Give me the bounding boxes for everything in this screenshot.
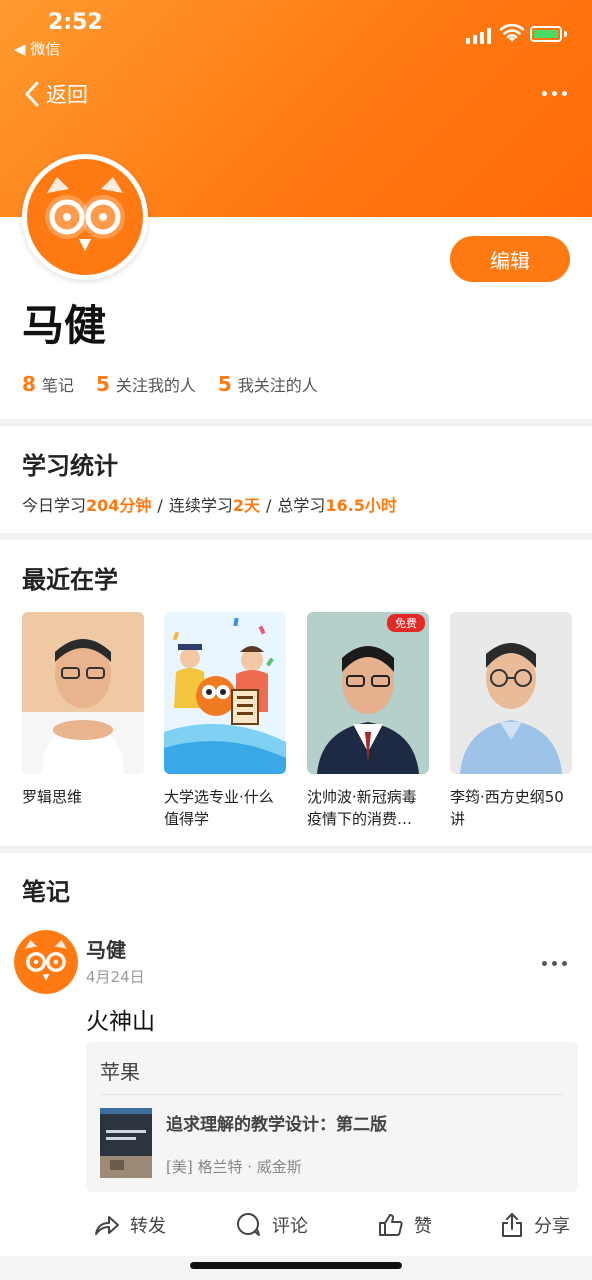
- like-icon: [379, 1214, 403, 1236]
- note-content: 火神山: [86, 1009, 155, 1035]
- today-label: 今日学习: [22, 496, 87, 515]
- free-badge: 免费: [387, 614, 425, 632]
- book-author: [美] 格兰特 · 威金斯: [166, 1158, 302, 1176]
- course-card[interactable]: 罗辑思维: [22, 612, 144, 808]
- study-stats-title: 学习统计: [22, 452, 118, 480]
- stat-notes[interactable]: 8 笔记: [22, 372, 74, 396]
- study-stats-line: 今日学习204分钟 / 连续学习2天 / 总学习16.5小时: [22, 496, 397, 515]
- stat-following[interactable]: 5 我关注的人: [218, 372, 318, 396]
- note-author-name[interactable]: 马健: [86, 934, 126, 963]
- profile-name: 马健: [22, 301, 107, 350]
- share-icon: [502, 1213, 522, 1237]
- forward-icon: [95, 1216, 119, 1235]
- section-divider: [0, 419, 592, 426]
- more-menu-button[interactable]: [540, 88, 570, 98]
- recent-learning-title: 最近在学: [22, 566, 118, 594]
- forward-button[interactable]: 转发: [94, 1210, 166, 1240]
- back-button[interactable]: 返回: [24, 78, 88, 110]
- total-label: 总学习: [277, 496, 326, 515]
- forward-label: 转发: [130, 1216, 166, 1237]
- stat-following-label: 我关注的人: [237, 376, 318, 395]
- course-card[interactable]: 李筠·西方史纲50讲: [450, 612, 572, 830]
- quote-text: 苹果: [100, 1060, 140, 1084]
- battery-cap: [564, 31, 567, 37]
- course-title: 沈帅波·新冠病毒疫情下的消费…: [307, 788, 417, 828]
- owl-logo-icon: [14, 930, 78, 994]
- stat-followers[interactable]: 5 关注我的人: [96, 372, 196, 396]
- edit-profile-button[interactable]: 编辑: [450, 236, 570, 282]
- chevron-left-icon: [25, 81, 39, 107]
- section-divider: [0, 846, 592, 853]
- course-card[interactable]: 大学选专业·什么值得学: [164, 612, 286, 830]
- course-cover-image: [450, 612, 572, 774]
- book-title: 追求理解的教学设计：第二版: [166, 1115, 387, 1135]
- stat-notes-label: 笔记: [41, 376, 74, 395]
- profile-stats: 8 笔记 5 关注我的人 5 我关注的人: [22, 372, 340, 396]
- stat-notes-count: 8: [22, 372, 36, 396]
- home-indicator[interactable]: [190, 1262, 402, 1269]
- note-date: 4月24日: [86, 968, 145, 986]
- quote-divider: [100, 1094, 564, 1095]
- stat-following-count: 5: [217, 372, 232, 396]
- streak-value: 2天: [232, 496, 260, 515]
- comment-button[interactable]: 评论: [236, 1210, 308, 1240]
- like-label: 赞: [414, 1216, 432, 1237]
- comment-label: 评论: [272, 1216, 308, 1237]
- back-label: 返回: [46, 83, 88, 107]
- today-value: 204分钟: [86, 496, 152, 515]
- profile-avatar[interactable]: [22, 154, 148, 280]
- stat-followers-count: 5: [95, 372, 110, 396]
- status-time: 2:52: [48, 10, 103, 35]
- wifi-icon: [500, 24, 524, 42]
- course-title: 罗辑思维: [22, 788, 83, 806]
- course-cover-image: [22, 612, 144, 774]
- comment-icon: [237, 1213, 260, 1236]
- total-value: 16.5小时: [325, 496, 397, 515]
- share-label: 分享: [534, 1216, 570, 1237]
- share-button[interactable]: 分享: [500, 1210, 570, 1240]
- book-cover-image: [100, 1108, 152, 1178]
- status-back-to-app[interactable]: ◀ 微信: [14, 38, 60, 59]
- course-cover-image: [164, 612, 286, 774]
- stat-followers-label: 关注我的人: [115, 376, 196, 395]
- streak-label: 连续学习: [168, 496, 233, 515]
- course-card[interactable]: 免费 沈帅波·新冠病毒疫情下的消费…: [307, 612, 429, 830]
- owl-logo-icon: [27, 159, 143, 275]
- note-more-button[interactable]: [540, 958, 570, 968]
- notes-title: 笔记: [22, 878, 70, 906]
- quoted-book-card[interactable]: 苹果 追求理解的教学设计：第二版 [美] 格兰特 · 威金斯: [86, 1042, 578, 1192]
- cellular-signal-icon: [466, 28, 494, 44]
- section-divider: [0, 533, 592, 540]
- course-title: 大学选专业·什么值得学: [164, 788, 274, 828]
- course-cover-image: 免费: [307, 612, 429, 774]
- course-title: 李筠·西方史纲50讲: [450, 788, 564, 828]
- like-button[interactable]: 赞: [378, 1210, 432, 1240]
- note-author-avatar[interactable]: [14, 930, 78, 994]
- battery-icon: [530, 26, 562, 42]
